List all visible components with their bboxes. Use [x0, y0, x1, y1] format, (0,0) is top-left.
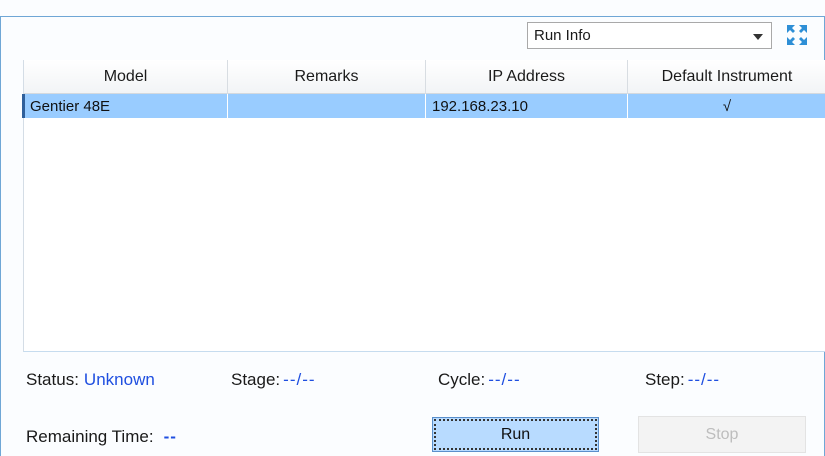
run-panel: Run Info Model Remarks IP Address Defaul… — [0, 0, 825, 456]
cell-remarks — [228, 94, 426, 118]
stage-field: Stage: --/-- — [231, 368, 316, 392]
stop-button: Stop — [638, 416, 806, 453]
expand-arrows-icon[interactable] — [784, 22, 810, 48]
panel-top-border — [0, 16, 825, 17]
view-select-value: Run Info — [534, 27, 591, 44]
panel-left-border — [0, 16, 1, 456]
cycle-label: Cycle: — [438, 370, 486, 389]
cycle-field: Cycle: --/-- — [438, 368, 521, 392]
cell-default-instrument: √ — [722, 97, 732, 115]
column-header-model[interactable]: Model — [24, 60, 228, 94]
column-header-remarks[interactable]: Remarks — [228, 60, 426, 94]
run-button[interactable]: Run — [432, 417, 599, 452]
remaining-time-value: -- — [163, 427, 177, 446]
step-label: Step: — [645, 370, 685, 389]
cell-model: Gentier 48E — [24, 94, 228, 118]
table-row[interactable]: Gentier 48E 192.168.23.10 √ — [22, 94, 825, 118]
instrument-table: Model Remarks IP Address Default Instrum… — [22, 60, 825, 352]
step-value: --/-- — [687, 370, 721, 389]
status-field: Status: Unknown — [26, 368, 155, 392]
table-header: Model Remarks IP Address Default Instrum… — [24, 60, 825, 94]
stage-label: Stage: — [231, 370, 281, 389]
status-label: Status: — [26, 370, 79, 389]
remaining-time-field: Remaining Time: -- — [26, 425, 177, 449]
stage-value: --/-- — [283, 370, 316, 389]
chevron-down-icon[interactable] — [745, 23, 771, 48]
cycle-value: --/-- — [488, 370, 521, 389]
column-header-ip-address[interactable]: IP Address — [426, 60, 628, 94]
remaining-time-label: Remaining Time: — [26, 427, 154, 446]
step-field: Step: --/-- — [645, 368, 720, 392]
status-value: Unknown — [83, 370, 155, 389]
column-header-default-instrument[interactable]: Default Instrument — [628, 60, 825, 94]
cell-ip-address: 192.168.23.10 — [426, 94, 628, 118]
view-select-dropdown[interactable]: Run Info — [527, 22, 772, 49]
